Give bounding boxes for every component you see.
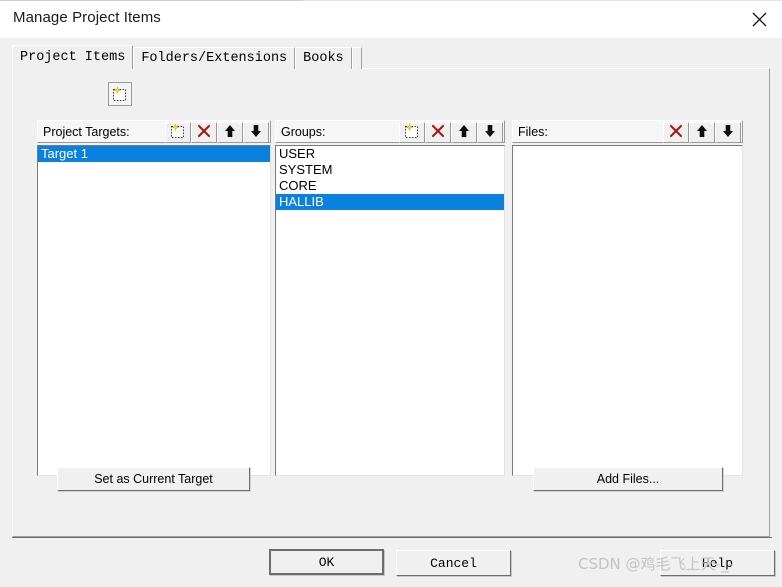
window-title: Manage Project Items <box>13 9 161 26</box>
groups-new-item-button[interactable] <box>399 122 425 143</box>
move-up-icon <box>223 124 237 141</box>
groups-move-down-button[interactable] <box>477 122 503 143</box>
files-move-up-button[interactable] <box>689 122 715 143</box>
tab-project-items[interactable]: Project Items <box>12 45 134 69</box>
files-listbox[interactable] <box>512 145 743 476</box>
files-header: Files: <box>512 120 743 143</box>
project-targets-toolbar <box>165 122 269 143</box>
move-up-icon <box>695 124 709 141</box>
tab-project-items-label: Project Items <box>20 50 126 65</box>
tab-strip-filler <box>351 47 362 69</box>
cancel-label: Cancel <box>430 555 477 571</box>
files-toolbar <box>663 122 741 143</box>
help-button[interactable]: Help <box>660 550 775 576</box>
list-item-label: USER <box>279 146 316 161</box>
targets-delete-button[interactable] <box>191 122 217 143</box>
dialog-client-area: Project Items Folders/Extensions Books P… <box>0 38 782 587</box>
project-targets-label: Project Targets: <box>43 124 130 139</box>
project-targets-header: Project Targets: <box>37 120 271 143</box>
tab-books[interactable]: Books <box>295 47 352 69</box>
move-down-icon <box>483 124 497 141</box>
list-item[interactable]: USER <box>276 146 504 162</box>
list-item-label: HALLIB <box>279 194 324 209</box>
new-item-cursor-overlay <box>108 82 132 106</box>
project-targets-panel: Project Targets: Target 1 <box>37 120 271 476</box>
move-down-icon <box>249 124 263 141</box>
set-as-current-target-label: Set as Current Target <box>94 472 213 486</box>
help-label: Help <box>701 555 734 571</box>
move-up-icon <box>457 124 471 141</box>
add-files-label: Add Files... <box>596 472 660 486</box>
tab-strip: Project Items Folders/Extensions Books <box>12 45 362 69</box>
files-move-down-button[interactable] <box>715 122 741 143</box>
title-hairline-left <box>0 0 303 1</box>
groups-label: Groups: <box>281 124 326 139</box>
groups-move-up-button[interactable] <box>451 122 477 143</box>
new-item-icon <box>404 123 420 142</box>
delete-icon <box>197 124 211 141</box>
list-item-label: SYSTEM <box>279 162 333 177</box>
cancel-button[interactable]: Cancel <box>396 550 511 576</box>
new-item-icon <box>112 86 128 102</box>
list-item[interactable]: Target 1 <box>38 146 270 162</box>
set-as-current-target-button[interactable]: Set as Current Target <box>57 467 250 491</box>
groups-toolbar <box>399 122 503 143</box>
list-item[interactable]: HALLIB <box>276 194 504 210</box>
tab-folders-extensions-label: Folders/Extensions <box>141 51 288 66</box>
delete-icon <box>431 124 445 141</box>
targets-new-item-button[interactable] <box>165 122 191 143</box>
delete-icon <box>669 124 683 141</box>
ok-button[interactable]: OK <box>269 549 384 575</box>
targets-move-down-button[interactable] <box>243 122 269 143</box>
groups-header: Groups: <box>275 120 505 143</box>
files-label: Files: <box>518 124 548 139</box>
tab-books-label: Books <box>303 51 344 66</box>
list-item-label: Target 1 <box>41 146 88 161</box>
list-item[interactable]: CORE <box>276 178 504 194</box>
groups-delete-button[interactable] <box>425 122 451 143</box>
files-panel: Files: <box>512 120 743 476</box>
tab-folders-extensions[interactable]: Folders/Extensions <box>133 47 296 69</box>
list-item[interactable]: SYSTEM <box>276 162 504 178</box>
groups-listbox[interactable]: USER SYSTEM CORE HALLIB <box>275 145 505 476</box>
move-down-icon <box>721 124 735 141</box>
add-files-button[interactable]: Add Files... <box>533 467 723 491</box>
groups-panel: Groups: USER SYSTEM CORE HALLIB <box>275 120 505 476</box>
close-button[interactable] <box>736 0 782 38</box>
files-delete-button[interactable] <box>663 122 689 143</box>
close-icon <box>752 12 767 27</box>
title-hairline-right <box>303 0 782 1</box>
targets-move-up-button[interactable] <box>217 122 243 143</box>
new-item-icon <box>170 123 186 142</box>
window-title-bar: Manage Project Items <box>0 0 782 38</box>
list-item-label: CORE <box>279 178 317 193</box>
ok-label: OK <box>318 554 335 570</box>
project-targets-listbox[interactable]: Target 1 <box>37 145 271 476</box>
